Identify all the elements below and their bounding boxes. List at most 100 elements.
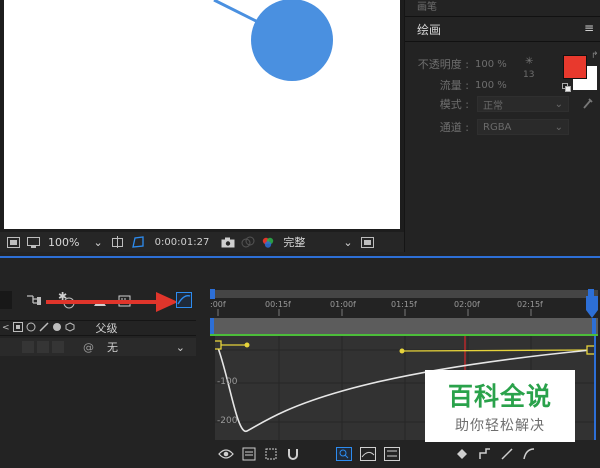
pick-whip-icon[interactable]: @ — [83, 341, 94, 354]
snap-icon[interactable] — [286, 447, 300, 464]
eyedropper-icon[interactable] — [582, 96, 594, 113]
bezier-handle-point[interactable] — [399, 348, 405, 354]
chevron-down-icon: ⌄ — [343, 235, 353, 249]
opacity-value[interactable]: 100 % — [475, 59, 507, 70]
channel-select[interactable]: RGBA ⌄ — [477, 119, 569, 135]
safe-margins-icon[interactable] — [111, 236, 125, 248]
graph-axis-label: -200 — [217, 416, 238, 426]
layer-switch-box[interactable] — [37, 341, 49, 353]
fit-all-icon[interactable] — [360, 446, 376, 464]
keyframe[interactable] — [586, 345, 596, 355]
paint-panel-title[interactable]: 绘画 — [417, 21, 441, 38]
region-of-interest-icon[interactable] — [361, 236, 375, 248]
flow-label: 流量 : — [439, 79, 469, 92]
channel-value: RGBA — [483, 121, 512, 133]
mask-visibility-icon[interactable] — [131, 236, 145, 248]
auto-bezier-icon[interactable] — [522, 447, 536, 464]
paint-panel: 画笔 绘画 ≡ 不透明度 : 100 % 流量 : 100 % ✳ 13 ↱ 模… — [404, 0, 600, 252]
parent-value: 无 — [107, 341, 118, 354]
flow-value[interactable]: 100 % — [475, 80, 507, 91]
mode-select[interactable]: 正常 ⌄ — [477, 96, 569, 112]
layer-in-point[interactable] — [210, 318, 214, 334]
opacity-label: 不透明度 : — [417, 58, 469, 71]
zoom-value: 100% — [48, 235, 80, 249]
layer-row[interactable]: @ 无 ⌄ — [0, 338, 196, 356]
ruler-ticks — [217, 309, 532, 316]
linear-keyframe-icon[interactable] — [500, 447, 514, 464]
zoom-select[interactable]: 100% ⌄ — [46, 234, 105, 250]
layer-switch-box[interactable] — [52, 341, 64, 353]
swap-colors-icon[interactable]: ↱ — [591, 51, 599, 61]
hold-keyframe-icon[interactable] — [478, 447, 492, 464]
layer-columns-header: < 父级 — [0, 320, 196, 336]
mode-label: 模式 : — [439, 98, 469, 111]
show-snapshot-icon[interactable] — [241, 236, 255, 248]
color-channels-icon[interactable] — [261, 236, 275, 248]
annotation-arrow — [46, 292, 178, 312]
shape-circle — [251, 0, 333, 81]
timeline-search-input[interactable] — [0, 291, 12, 309]
fit-selection-icon[interactable] — [336, 446, 352, 464]
foreground-color-swatch[interactable] — [563, 55, 587, 79]
monitor-icon[interactable] — [26, 236, 40, 248]
work-area-bar[interactable] — [210, 290, 598, 298]
chevron-down-icon: ⌄ — [93, 235, 103, 249]
channel-row: 通道 : RGBA ⌄ — [407, 119, 569, 135]
bezier-handle-point[interactable] — [244, 342, 250, 348]
ruler-label: 00:15f — [265, 300, 291, 309]
fit-width-icon[interactable] — [384, 446, 400, 464]
keyframe-diamond-icon[interactable] — [456, 448, 470, 463]
ruler-label: 02:15f — [517, 300, 543, 309]
composition-viewer — [0, 0, 404, 232]
watermark-title: 百科全说 — [447, 382, 552, 411]
layer-out-point[interactable] — [592, 318, 596, 334]
ruler-label: :00f — [210, 300, 226, 309]
current-time-indicator[interactable] — [585, 296, 599, 320]
ruler-label: 01:00f — [330, 300, 356, 309]
quality-switch-icon[interactable] — [39, 321, 49, 335]
resolution-select[interactable]: 完整 ⌄ — [281, 234, 354, 250]
current-timecode[interactable]: 0:00:01:27 — [155, 237, 210, 248]
composition-canvas[interactable] — [4, 0, 400, 229]
resolution-value: 完整 — [283, 236, 306, 249]
camera-icon[interactable] — [221, 236, 235, 248]
keyframe[interactable] — [215, 340, 222, 350]
chevron-down-icon: ⌄ — [175, 340, 185, 354]
graph-editor-icon[interactable] — [176, 292, 192, 311]
3d-switch-icon[interactable] — [65, 321, 75, 335]
eye-icon[interactable] — [218, 448, 234, 463]
viewer-toolbar: 100% ⌄ 0:00:01:27 完整 ⌄ — [0, 232, 404, 252]
brush-panel-title[interactable]: 画笔 — [417, 0, 437, 13]
time-ruler[interactable]: :00f 00:15f 01:00f 01:15f 02:00f 02:15f — [210, 298, 598, 316]
watermark-subtitle: 助你轻松解决 — [455, 418, 545, 434]
parent-column-label: 父级 — [95, 322, 118, 335]
snapshot-icon[interactable] — [6, 236, 20, 248]
graph-editor-toolbar — [206, 442, 600, 468]
effects-switch-icon[interactable] — [52, 322, 62, 335]
ruler-label: 02:00f — [454, 300, 480, 309]
mode-row: 模式 : 正常 ⌄ — [407, 96, 569, 112]
default-colors-icon[interactable] — [562, 82, 571, 95]
switches-toggle-icon[interactable]: < — [2, 323, 10, 333]
canvas-shapes — [213, 0, 333, 81]
graph-type-icon[interactable] — [242, 447, 256, 464]
graph-axis-label: -100 — [217, 377, 238, 387]
collapse-switch-icon[interactable] — [26, 322, 36, 335]
hierarchy-icon[interactable] — [26, 293, 42, 308]
brush-tip-icon[interactable]: ✳ — [525, 56, 533, 67]
transform-box-icon[interactable] — [264, 447, 278, 464]
parent-select[interactable]: 无 ⌄ — [103, 340, 189, 355]
watermark: 百科全说 助你轻松解决 — [425, 370, 575, 442]
chevron-down-icon: ⌄ — [554, 98, 563, 110]
brush-size-value: 13 — [523, 70, 535, 80]
layer-duration-bar[interactable] — [210, 318, 598, 334]
opacity-row: 不透明度 : 100 % — [407, 56, 507, 72]
channel-label: 通道 : — [439, 121, 469, 134]
mode-value: 正常 — [483, 100, 503, 112]
paint-panel-header: 绘画 — [405, 16, 600, 42]
hamburger-icon[interactable]: ≡ — [584, 21, 594, 35]
ruler-label: 01:15f — [391, 300, 417, 309]
flow-row: 流量 : 100 % — [407, 77, 507, 93]
shy-switch-icon[interactable] — [12, 321, 23, 335]
layer-switch-box[interactable] — [22, 341, 34, 353]
